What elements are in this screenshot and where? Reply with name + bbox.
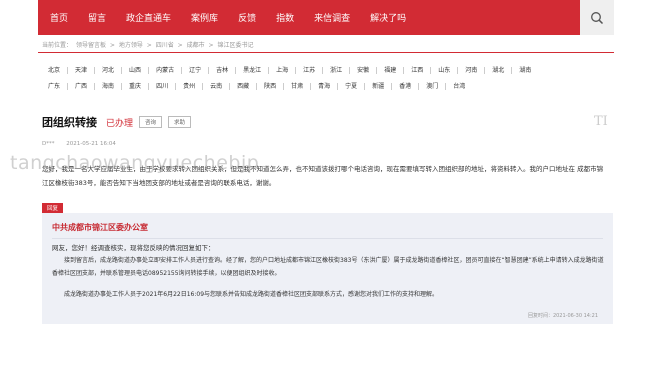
region-link[interactable]: 黑龙江 <box>236 66 270 74</box>
breadcrumb: 当前位置： 领导留言板 > 地方领导 > 四川省 > 成都市 > 锦江区委书记 <box>42 40 256 49</box>
breadcrumb-prefix: 当前位置： <box>42 42 73 49</box>
breadcrumb-link-province[interactable]: 四川省 <box>156 42 174 49</box>
breadcrumb-link-board[interactable]: 领导留言板 <box>76 42 106 49</box>
reply-panel: 中共成都市锦江区委办公室 网友，您好！经调查核实，现将您反映的情况回复如下： 接… <box>42 213 613 324</box>
search-icon <box>591 11 604 24</box>
nav-item-case-library[interactable]: 案例库 <box>181 0 228 35</box>
breadcrumb-link-local[interactable]: 地方领导 <box>119 42 143 49</box>
breadcrumb-sep: > <box>146 42 152 49</box>
region-link[interactable]: 广东 <box>42 82 69 90</box>
nav-item-home[interactable]: 首页 <box>38 0 78 35</box>
search-button[interactable] <box>580 0 614 35</box>
region-link[interactable]: 云南 <box>203 82 231 90</box>
region-link[interactable]: 上海 <box>269 66 297 74</box>
breadcrumb-link-city[interactable]: 成都市 <box>187 42 205 49</box>
region-link[interactable]: 内蒙古 <box>149 66 183 74</box>
nav-item-solved[interactable]: 解决了吗 <box>360 0 416 35</box>
region-link[interactable]: 江苏 <box>296 66 324 74</box>
region-link[interactable]: 湖南 <box>512 67 538 74</box>
top-navigation-bar: 首页 留言 政企直通车 案例库 反馈 指数 来信调查 解决了吗 <box>38 0 614 35</box>
region-link[interactable]: 辽宁 <box>182 66 210 74</box>
region-link[interactable]: 宁夏 <box>338 82 366 90</box>
nav-item-message[interactable]: 留言 <box>78 0 116 35</box>
region-link[interactable]: 甘肃 <box>284 82 312 90</box>
nav-item-gov-enterprise[interactable]: 政企直通车 <box>116 0 181 35</box>
reply-department: 中共成都市锦江区委办公室 <box>52 223 148 232</box>
region-link[interactable]: 澳门 <box>419 82 447 90</box>
region-link[interactable]: 天津 <box>68 66 96 74</box>
region-link[interactable]: 海南 <box>95 82 123 90</box>
reply-divider <box>52 238 603 239</box>
reply-body-paragraph: 成龙路街道办事处工作人员于2021年6月22日16:09与您联系并告知成龙路街道… <box>64 291 439 298</box>
region-link[interactable]: 浙江 <box>323 66 351 74</box>
region-row: 北京 天津 河北 山西 内蒙古 辽宁 吉林 黑龙江 上海 江苏 浙江 安徽 福建 江西 山东 河南 湖北 湖南 <box>42 62 608 78</box>
message-meta: D*** 2021-05-21 16:04 <box>42 141 126 147</box>
region-link[interactable]: 湖北 <box>485 66 513 74</box>
breadcrumb-sep: > <box>208 42 214 49</box>
help-tag[interactable]: 求助 <box>168 116 192 128</box>
nav-item-survey[interactable]: 来信调查 <box>304 0 360 35</box>
message-time: 2021-05-21 16:04 <box>66 141 116 147</box>
region-link[interactable]: 贵州 <box>176 82 204 90</box>
region-link[interactable]: 西藏 <box>230 82 258 90</box>
region-link[interactable]: 香港 <box>392 82 420 90</box>
region-link[interactable]: 重庆 <box>122 82 150 90</box>
region-link[interactable]: 江西 <box>404 66 432 74</box>
reply-greeting: 网友，您好！经调查核实，现将您反映的情况回复如下： <box>52 244 215 252</box>
region-link[interactable]: 山西 <box>122 66 150 74</box>
breadcrumb-sep: > <box>109 42 115 49</box>
reply-time: 回复时间：2021-06-30 14:21 <box>527 313 598 319</box>
author-name: D*** <box>42 141 55 147</box>
region-link[interactable]: 北京 <box>42 66 69 74</box>
reply-tag: 回复 <box>42 203 64 213</box>
region-link[interactable]: 新疆 <box>365 82 393 90</box>
region-link[interactable]: 吉林 <box>209 66 237 74</box>
region-link[interactable]: 青海 <box>311 82 339 90</box>
watermark: tangchaowangyuechebjp <box>10 152 260 174</box>
region-link[interactable]: 安徽 <box>350 66 378 74</box>
region-link[interactable]: 福建 <box>377 66 405 74</box>
region-link[interactable]: 河北 <box>95 66 123 74</box>
region-row: 广东 广西 海南 重庆 四川 贵州 云南 西藏 陕西 甘肃 青海 宁夏 新疆 香港 澳门 台湾 <box>42 78 608 94</box>
divider <box>38 52 614 53</box>
region-link[interactable]: 四川 <box>149 82 177 90</box>
reply-body-paragraph: 接到留言后，成龙路街道办事处立即安排工作人员进行查询。经了解，您的户口地址成都市… <box>52 257 604 277</box>
nav-item-feedback[interactable]: 反馈 <box>228 0 266 35</box>
nav-items: 首页 留言 政企直通车 案例库 反馈 指数 来信调查 解决了吗 <box>38 0 416 35</box>
message-title: 团组织转接 <box>42 116 97 129</box>
nav-item-index[interactable]: 指数 <box>266 0 304 35</box>
brand-mark: TI <box>594 114 608 129</box>
region-link[interactable]: 广西 <box>68 82 96 90</box>
message-header: 团组织转接 已办理 咨询 求助 <box>42 114 192 130</box>
region-link[interactable]: 台湾 <box>446 83 472 90</box>
region-link[interactable]: 陕西 <box>257 82 285 90</box>
consult-tag[interactable]: 咨询 <box>139 116 163 128</box>
region-link[interactable]: 河南 <box>458 66 486 74</box>
region-selector: 北京 天津 河北 山西 内蒙古 辽宁 吉林 黑龙江 上海 江苏 浙江 安徽 福建 江西 山东 河南 湖北 湖南 广… <box>42 62 608 94</box>
breadcrumb-link-leader[interactable]: 锦江区委书记 <box>218 42 254 49</box>
region-link[interactable]: 山东 <box>431 66 459 74</box>
breadcrumb-sep: > <box>177 42 183 49</box>
status-badge: 已办理 <box>106 118 134 129</box>
